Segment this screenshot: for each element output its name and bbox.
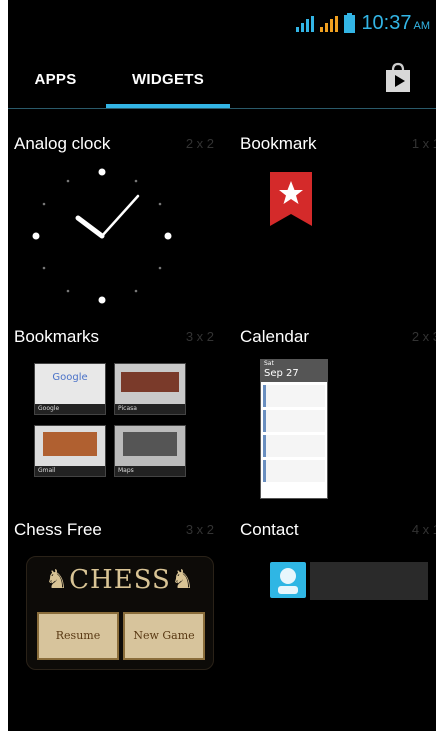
widget-chess-free[interactable]: Chess Free 3 x 2 ♞CHESS♞ Resume New Game [8, 512, 222, 705]
tab-divider [8, 108, 436, 109]
chess-new-game-label: New Game [123, 612, 205, 660]
clock-time: 10:37 [361, 12, 412, 34]
widget-contact[interactable]: Contact 4 x 1 [234, 512, 436, 705]
calendar-preview: Sat Sep 27 [260, 359, 328, 499]
bookmark-ribbon-icon [270, 172, 312, 226]
widget-size: 4 x 1 [411, 522, 436, 537]
widget-bookmarks[interactable]: Bookmarks 3 x 2 Google Google Picasa Gma… [8, 319, 222, 512]
wifi-signal-icon [296, 15, 315, 32]
clock-ampm: AM [413, 19, 431, 32]
bookmarks-grid-preview: Google Google Picasa Gmail Maps [34, 363, 194, 489]
status-icons: 10:37 AM [296, 12, 430, 35]
widget-label: Bookmarks [14, 327, 100, 346]
widget-size: 2 x 3 [411, 329, 436, 344]
tab-widgets[interactable]: WIDGETS [106, 52, 230, 106]
bookmark-thumb: Picasa [114, 363, 186, 415]
bookmark-thumb: Google Google [34, 363, 106, 415]
bookmark-thumb: Gmail [34, 425, 106, 477]
launcher-screen: 10:37 AM APPS WIDGETS Analog clock 2 x 2 [8, 0, 436, 731]
play-store-button[interactable] [378, 58, 418, 98]
widget-analog-clock[interactable]: Analog clock 2 x 2 [8, 126, 222, 319]
widget-size: 1 x 1 [411, 136, 436, 151]
widget-size: 3 x 2 [185, 329, 214, 344]
cell-signal-icon [320, 15, 339, 32]
battery-icon [344, 12, 356, 33]
status-bar: 10:37 AM [8, 0, 436, 48]
widget-size: 3 x 2 [185, 522, 214, 537]
widget-bookmark[interactable]: Bookmark 1 x 1 [234, 126, 436, 319]
widget-label: Contact [240, 520, 299, 539]
widget-size: 2 x 2 [185, 136, 214, 151]
play-store-icon [386, 62, 410, 92]
widget-label: Analog clock [14, 134, 111, 153]
widget-label: Bookmark [240, 134, 317, 153]
bookmark-thumb: Maps [114, 425, 186, 477]
tab-bar: APPS WIDGETS [8, 52, 436, 110]
contact-name-bar [310, 562, 428, 600]
tab-apps[interactable]: APPS [8, 52, 103, 106]
chess-title: ♞CHESS♞ [44, 565, 196, 595]
widget-label: Calendar [240, 327, 309, 346]
contact-avatar-icon [270, 562, 306, 598]
widget-label: Chess Free [14, 520, 102, 539]
chess-preview: ♞CHESS♞ Resume New Game [26, 556, 214, 670]
chess-resume-label: Resume [37, 612, 119, 660]
analog-clock-preview [32, 168, 172, 304]
widget-calendar[interactable]: Calendar 2 x 3 Sat Sep 27 [234, 319, 436, 512]
